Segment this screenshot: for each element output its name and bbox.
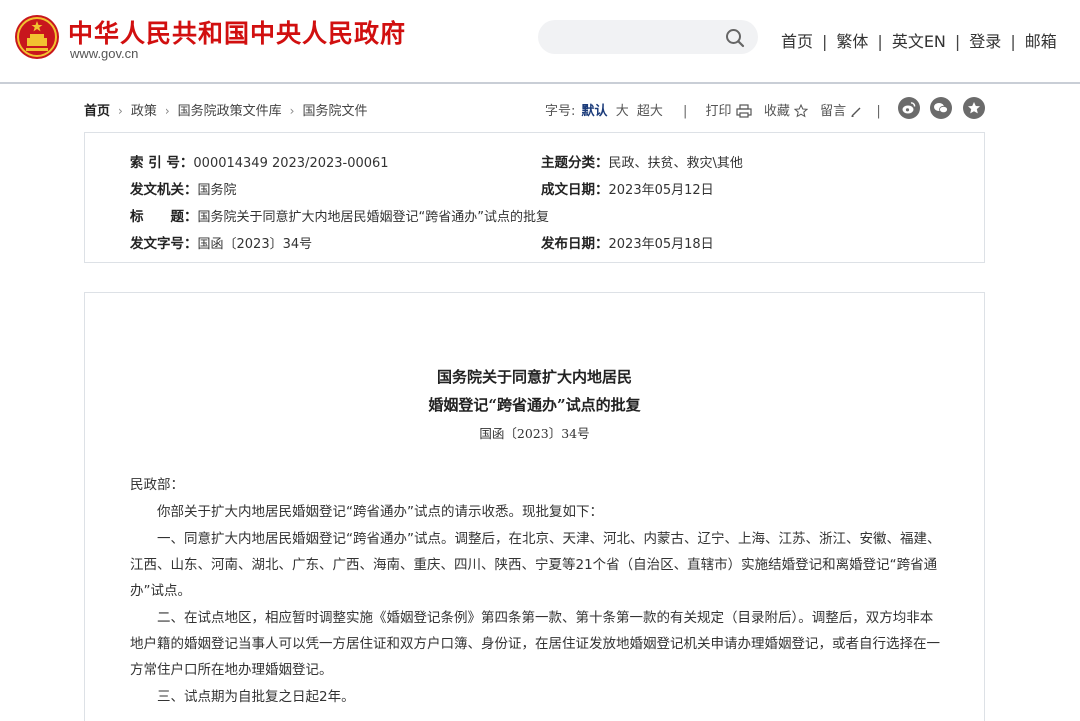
info-doc-no-value: 国函〔2023〕34号: [197, 237, 313, 252]
site-title[interactable]: 中华人民共和国中央人民政府: [68, 14, 406, 50]
weibo-share-button[interactable]: [898, 97, 920, 119]
info-written-date: 成文日期：2023年05月12日: [541, 178, 714, 198]
breadcrumb: 首页 › 政策 › 国务院政策文件库 › 国务院文件: [84, 100, 368, 119]
info-publish-date-value: 2023年05月18日: [608, 237, 714, 252]
info-index-no-value: 000014349 2023/2023-00061: [193, 156, 389, 171]
comment-button[interactable]: 留言: [820, 104, 866, 119]
article-body: 国务院关于同意扩大内地居民 婚姻登记“跨省通办”试点的批复 国函〔2023〕34…: [84, 292, 985, 721]
nav-home-link[interactable]: 首页: [781, 32, 813, 51]
nav-divider: |: [877, 32, 883, 51]
info-issuer: 发文机关：国务院: [130, 178, 237, 198]
chevron-right-icon: ›: [118, 104, 123, 118]
tools-divider: |: [683, 104, 688, 119]
wechat-icon: [934, 103, 948, 114]
nav-divider: |: [1010, 32, 1016, 51]
article-salutation: 民政部：: [130, 477, 184, 493]
font-size-default[interactable]: 默认: [582, 104, 608, 119]
info-title-value: 国务院关于同意扩大内地居民婚姻登记“跨省通办”试点的批复: [197, 210, 549, 225]
info-publish-date: 发布日期：2023年05月18日: [541, 232, 714, 252]
info-topic-label: 主题分类：: [541, 155, 609, 171]
national-emblem-icon[interactable]: [14, 14, 60, 60]
search-box: [538, 20, 758, 54]
breadcrumb-state-council-docs[interactable]: 国务院文件: [302, 104, 367, 119]
star-outline-icon: [793, 103, 809, 118]
info-topic: 主题分类：民政、扶贫、救灾\其他: [541, 151, 743, 171]
info-written-date-value: 2023年05月12日: [608, 183, 714, 198]
tools-divider: |: [876, 104, 881, 119]
info-written-date-label: 成文日期：: [541, 182, 609, 198]
print-button[interactable]: 打印: [706, 104, 756, 119]
pencil-icon: [851, 107, 861, 117]
weibo-icon: [902, 102, 916, 114]
nav-english-link[interactable]: 英文EN: [892, 32, 946, 51]
article-title-line-1: 国务院关于同意扩大内地居民: [436, 368, 632, 386]
info-issuer-label: 发文机关：: [130, 182, 198, 198]
font-size-label: 字号:: [545, 104, 576, 119]
info-issuer-value: 国务院: [197, 183, 237, 198]
info-topic-value: 民政、扶贫、救灾\其他: [608, 156, 743, 171]
info-title: 标 题：国务院关于同意扩大内地居民婚姻登记“跨省通办”试点的批复: [130, 205, 549, 225]
comment-label: 留言: [820, 104, 847, 119]
font-size-xlarge[interactable]: 超大: [637, 104, 663, 119]
article-doc-number: 国函〔2023〕34号: [479, 426, 590, 441]
article-title-line-2: 婚姻登记“跨省通办”试点的批复: [428, 396, 641, 414]
article-paragraph: 一、同意扩大内地居民婚姻登记“跨省通办”试点。调整后，在北京、天津、河北、内蒙古…: [130, 531, 941, 599]
chevron-right-icon: ›: [164, 104, 170, 118]
info-index-no: 索 引 号：000014349 2023/2023-00061: [130, 151, 389, 171]
site-url: www.gov.cn: [70, 46, 139, 61]
favorite-share-button[interactable]: [963, 97, 985, 119]
nav-traditional-link[interactable]: 繁体: [836, 32, 868, 51]
wechat-share-button[interactable]: [930, 97, 952, 119]
top-nav: 首页 | 繁体 | 英文EN | 登录 | 邮箱: [781, 28, 1057, 52]
article-tools: 字号: 默认 大 超大 | 打印 收藏 留言 |: [545, 100, 895, 119]
search-input[interactable]: [556, 27, 716, 47]
breadcrumb-policy[interactable]: 政策: [131, 104, 157, 119]
article-paragraph: 三、试点期为自批复之日起2年。: [157, 689, 355, 705]
breadcrumb-home[interactable]: 首页: [84, 104, 110, 119]
info-publish-date-label: 发布日期：: [541, 236, 609, 252]
document-info-box: 索 引 号：000014349 2023/2023-00061 主题分类：民政、…: [84, 132, 985, 263]
print-label: 打印: [705, 104, 732, 119]
nav-mail-link[interactable]: 邮箱: [1025, 32, 1057, 51]
article-paragraph: 你部关于扩大内地居民婚姻登记“跨省通办”试点的请示收悉。现批复如下：: [157, 504, 603, 520]
chevron-right-icon: ›: [289, 104, 295, 118]
print-icon: [736, 104, 752, 118]
search-icon[interactable]: [724, 27, 746, 49]
font-size-large[interactable]: 大: [616, 104, 629, 119]
favorite-button[interactable]: 收藏: [763, 103, 812, 119]
nav-login-link[interactable]: 登录: [969, 32, 1001, 51]
info-doc-no: 发文字号：国函〔2023〕34号: [130, 232, 312, 252]
nav-divider: |: [954, 32, 961, 51]
info-doc-no-label: 发文字号：: [130, 236, 198, 252]
info-index-no-label: 索 引 号：: [130, 155, 194, 171]
site-header: 中华人民共和国中央人民政府 www.gov.cn 首页 | 繁体 | 英文EN | 登录 | 邮…: [0, 0, 1080, 84]
nav-divider: |: [822, 32, 828, 51]
favorite-label: 收藏: [763, 104, 790, 119]
star-icon: [968, 102, 980, 114]
breadcrumb-policy-library[interactable]: 国务院政策文件库: [178, 104, 282, 119]
info-title-label: 标 题：: [130, 209, 198, 225]
article-paragraph: 二、在试点地区，相应暂时调整实施《婚姻登记条例》第四条第一款、第十条第一款的有关…: [130, 610, 940, 678]
